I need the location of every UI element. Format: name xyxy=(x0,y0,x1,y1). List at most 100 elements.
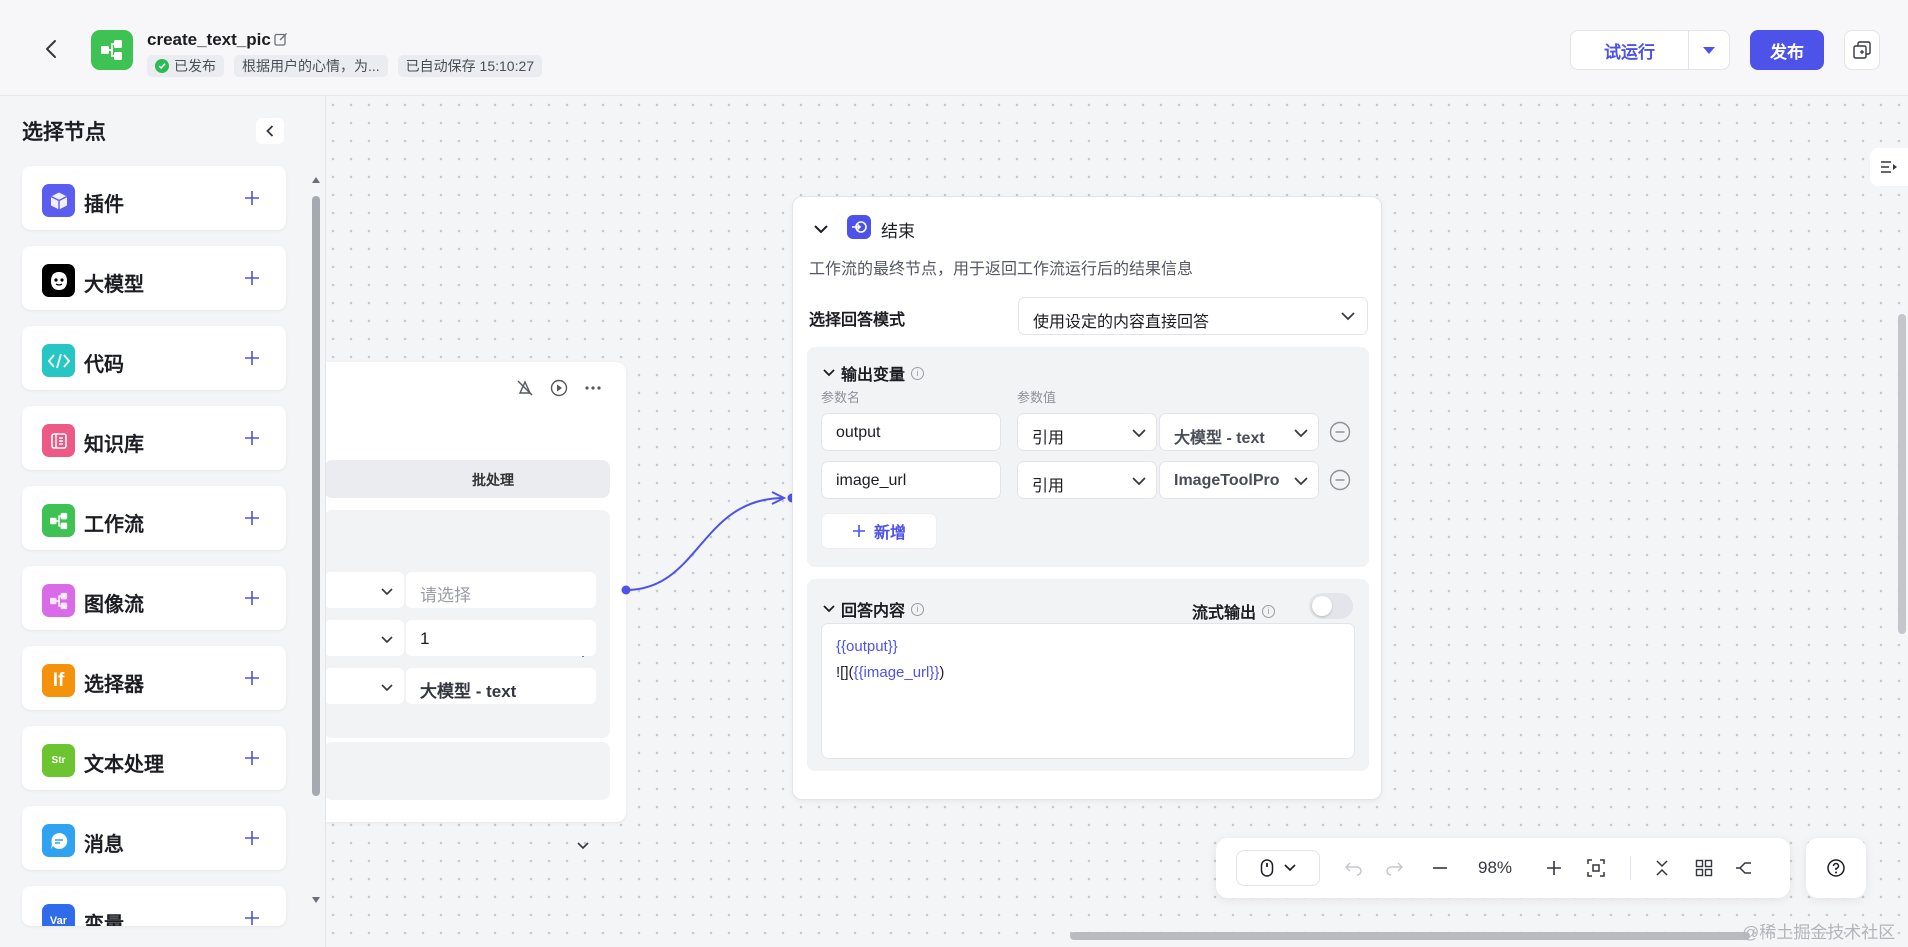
answer-content-editor[interactable]: {{output}} ![]({{image_url}}) xyxy=(821,623,1355,759)
output-variables-header[interactable]: 输出变量 i xyxy=(823,361,925,385)
node-title[interactable]: 结束 xyxy=(881,217,915,242)
answer-content-section: 回答内容 i 流式输出 i {{output}} ![]({{image_url… xyxy=(807,579,1369,771)
watermark: @稀土掘金技术社区 xyxy=(1742,923,1896,942)
test-run-dropdown[interactable] xyxy=(1689,31,1729,69)
sidebar-item-variable[interactable]: Var 变量 xyxy=(22,886,286,926)
plus-icon[interactable] xyxy=(241,427,263,449)
add-variable-label: 新增 xyxy=(873,525,906,542)
zoom-in-button[interactable] xyxy=(1540,854,1568,882)
info-icon[interactable]: i xyxy=(911,366,925,380)
chevron-down-icon xyxy=(1132,477,1146,486)
plus-icon[interactable] xyxy=(241,587,263,609)
sidebar-item-message[interactable]: 消息 xyxy=(22,806,286,870)
sidebar-item-label: 代码 xyxy=(84,354,124,376)
right-panel-toggle[interactable] xyxy=(1870,148,1908,186)
plus-icon[interactable] xyxy=(241,827,263,849)
stream-output-toggle[interactable] xyxy=(1309,593,1353,619)
sidebar-collapse-button[interactable] xyxy=(256,118,284,144)
remove-circle-icon[interactable] xyxy=(1329,421,1351,443)
param-type-select[interactable]: 引用 xyxy=(1017,413,1157,451)
chevron-down-icon xyxy=(1294,476,1308,486)
sidebar-title: 选择节点 xyxy=(22,121,106,144)
info-icon[interactable]: i xyxy=(911,602,925,616)
sidebar-item-label: 工作流 xyxy=(84,514,144,536)
node-list: 插件 大模型 代码 知识库 工作流 图像流 If 选择器 Str 文本处理 消息… xyxy=(22,166,288,942)
answer-line-2: ![]({{image_url}}) xyxy=(836,660,1340,686)
sidebar-item-label: 文本处理 xyxy=(84,754,164,776)
knowledge-icon xyxy=(42,424,75,457)
test-run-button[interactable]: 试运行 xyxy=(1571,31,1689,69)
sidebar-item-label: 大模型 xyxy=(84,274,144,296)
param-type-select[interactable]: 引用 xyxy=(1017,461,1157,499)
param-source-select[interactable]: 大模型 - text xyxy=(1159,413,1319,451)
description-chip[interactable]: 根据用户的心情，为... xyxy=(234,55,388,77)
publish-button[interactable]: 发布 xyxy=(1750,30,1824,70)
sidebar-item-text-processing[interactable]: Str 文本处理 xyxy=(22,726,286,790)
fit-view-button[interactable] xyxy=(1582,854,1610,882)
remove-circle-icon[interactable] xyxy=(1329,469,1351,491)
layout-icon xyxy=(1736,862,1751,874)
sidebar-item-label: 消息 xyxy=(84,834,124,856)
answer-mode-select[interactable]: 使用设定的内容直接回答 xyxy=(1018,297,1368,335)
sidebar-item-selector[interactable]: If 选择器 xyxy=(22,646,286,710)
auto-layout-button[interactable] xyxy=(1730,854,1758,882)
sidebar-scrollbar[interactable] xyxy=(310,176,322,906)
sidebar-item-workflow[interactable]: 工作流 xyxy=(22,486,286,550)
chevron-left-icon xyxy=(46,40,56,58)
collapse-all-button[interactable] xyxy=(1648,854,1676,882)
param-name-input[interactable]: image_url xyxy=(821,461,1001,499)
sidebar-item-label: 插件 xyxy=(84,194,124,216)
undo-button[interactable] xyxy=(1340,854,1368,882)
zoom-out-button[interactable] xyxy=(1426,854,1454,882)
minimap-button[interactable] xyxy=(1690,854,1718,882)
chevron-down-icon xyxy=(814,225,828,234)
add-variable-button[interactable]: 新增 xyxy=(821,513,937,549)
col-header-value: 参数值 xyxy=(1017,390,1057,405)
sidebar-item-knowledge[interactable]: 知识库 xyxy=(22,406,286,470)
workflow-icon xyxy=(42,504,75,537)
answer-mode-value: 使用设定的内容直接回答 xyxy=(1033,314,1210,331)
message-icon xyxy=(42,824,75,857)
plus-icon[interactable] xyxy=(241,267,263,289)
plus-icon[interactable] xyxy=(241,667,263,689)
collapse-node-button[interactable] xyxy=(811,219,831,239)
sidebar-item-imageflow[interactable]: 图像流 xyxy=(22,566,286,630)
vertical-scrollbar[interactable] xyxy=(1898,314,1906,634)
plus-icon[interactable] xyxy=(241,507,263,529)
sidebar-item-code[interactable]: 代码 xyxy=(22,326,286,390)
status-badge: 已发布 xyxy=(147,55,224,77)
output-variables-title: 输出变量 xyxy=(841,367,906,384)
plus-icon[interactable] xyxy=(241,747,263,769)
autosave-chip: 已自动保存 15:10:27 xyxy=(397,55,543,77)
str-icon: Str xyxy=(42,744,75,777)
param-source-select[interactable]: ImageToolPro xyxy=(1159,461,1319,499)
answer-content-header[interactable]: 回答内容 i xyxy=(823,597,925,621)
sidebar-item-label: 选择器 xyxy=(84,674,144,696)
interaction-mode-select[interactable] xyxy=(1236,850,1320,886)
info-icon[interactable]: i xyxy=(1262,604,1276,618)
redo-button[interactable] xyxy=(1380,854,1408,882)
undo-icon xyxy=(1345,862,1362,876)
param-name-input[interactable]: output xyxy=(821,413,1001,451)
back-button[interactable] xyxy=(40,36,62,62)
help-button[interactable] xyxy=(1806,838,1866,898)
copy-icon xyxy=(1853,41,1871,59)
plus-icon[interactable] xyxy=(241,347,263,369)
plus-icon[interactable] xyxy=(241,907,263,926)
zoom-level[interactable]: 98% xyxy=(1478,858,1512,878)
sidebar-item-llm[interactable]: 大模型 xyxy=(22,246,286,310)
edit-icon[interactable] xyxy=(274,32,288,46)
test-run-group: 试运行 xyxy=(1570,30,1730,70)
caret-down-icon xyxy=(1703,46,1715,54)
sidebar-item-plugin[interactable]: 插件 xyxy=(22,166,286,230)
if-icon: If xyxy=(42,664,75,697)
chevron-down-icon xyxy=(823,369,835,377)
sidebar-item-label: 图像流 xyxy=(84,594,144,616)
copy-button[interactable] xyxy=(1844,30,1880,70)
stream-output-label: 流式输出 i xyxy=(1192,599,1276,623)
param-type-value: 引用 xyxy=(1032,430,1065,447)
end-node-card[interactable]: 结束 工作流的最终节点，用于返回工作流运行后的结果信息 选择回答模式 使用设定的… xyxy=(792,196,1382,800)
plus-icon[interactable] xyxy=(241,187,263,209)
sidebar-scroll-thumb[interactable] xyxy=(312,196,320,796)
horizontal-scrollbar[interactable] xyxy=(1070,932,1750,940)
